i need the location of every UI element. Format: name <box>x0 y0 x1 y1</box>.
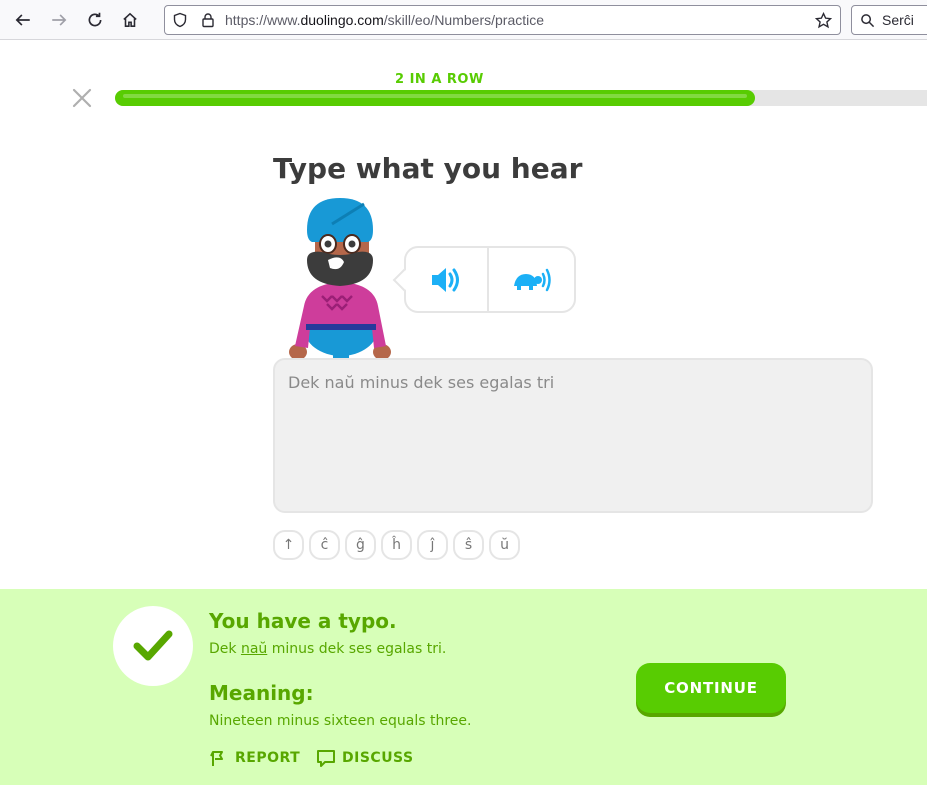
correct-answer-text: Dek naŭ minus dek ses egalas tri. <box>209 641 447 657</box>
reload-icon[interactable] <box>81 6 109 34</box>
discuss-button[interactable]: DISCUSS <box>316 748 414 768</box>
character-illustration <box>289 198 391 358</box>
url-text[interactable]: https://www.duolingo.com/skill/eo/Number… <box>225 12 544 28</box>
search-placeholder: Serĉi <box>882 12 914 28</box>
typo-word: naŭ <box>240 641 268 657</box>
checkmark-icon <box>133 630 173 661</box>
back-icon[interactable] <box>9 6 37 34</box>
answer-textarea[interactable]: Dek naŭ minus dek ses egalas tri <box>273 358 873 513</box>
lesson-progress-bar <box>115 90 927 106</box>
feedback-title: You have a typo. <box>209 609 397 633</box>
flag-icon <box>210 751 223 766</box>
speaker-icon <box>432 267 459 292</box>
meaning-text: Nineteen minus sixteen equals three. <box>209 713 472 729</box>
home-icon[interactable] <box>116 6 144 34</box>
report-button[interactable]: REPORT <box>209 748 300 768</box>
lock-icon[interactable] <box>200 12 216 28</box>
play-slow-audio-button[interactable] <box>487 248 574 311</box>
search-bar[interactable]: Serĉi <box>851 5 927 35</box>
special-key[interactable]: ĝ <box>345 530 376 560</box>
close-icon[interactable] <box>70 86 94 110</box>
feedback-panel: You have a typo. Dek naŭ minus dek ses e… <box>0 589 927 785</box>
meaning-title: Meaning: <box>209 681 314 705</box>
shield-icon[interactable] <box>172 12 188 28</box>
search-icon <box>861 14 875 28</box>
special-key[interactable]: ŭ <box>489 530 520 560</box>
special-key[interactable]: ĉ <box>309 530 340 560</box>
special-key[interactable]: ↑ <box>273 530 304 560</box>
special-key[interactable]: ĥ <box>381 530 412 560</box>
special-key[interactable]: ŝ <box>453 530 484 560</box>
prompt-title: Type what you hear <box>273 152 583 185</box>
play-audio-button[interactable] <box>406 248 486 311</box>
address-bar[interactable]: https://www.duolingo.com/skill/eo/Number… <box>164 5 841 35</box>
audio-bubble <box>392 246 576 313</box>
continue-button[interactable]: CONTINUE <box>636 663 786 713</box>
special-key[interactable]: ĵ <box>417 530 448 560</box>
progress-fill <box>115 90 755 106</box>
forward-icon[interactable] <box>45 6 73 34</box>
comment-icon <box>317 750 335 767</box>
browser-toolbar: https://www.duolingo.com/skill/eo/Number… <box>0 0 927 40</box>
correct-badge <box>113 606 193 686</box>
bookmark-star-icon[interactable] <box>815 12 832 29</box>
turtle-icon <box>513 268 551 291</box>
streak-label: 2 IN A ROW <box>395 72 484 87</box>
